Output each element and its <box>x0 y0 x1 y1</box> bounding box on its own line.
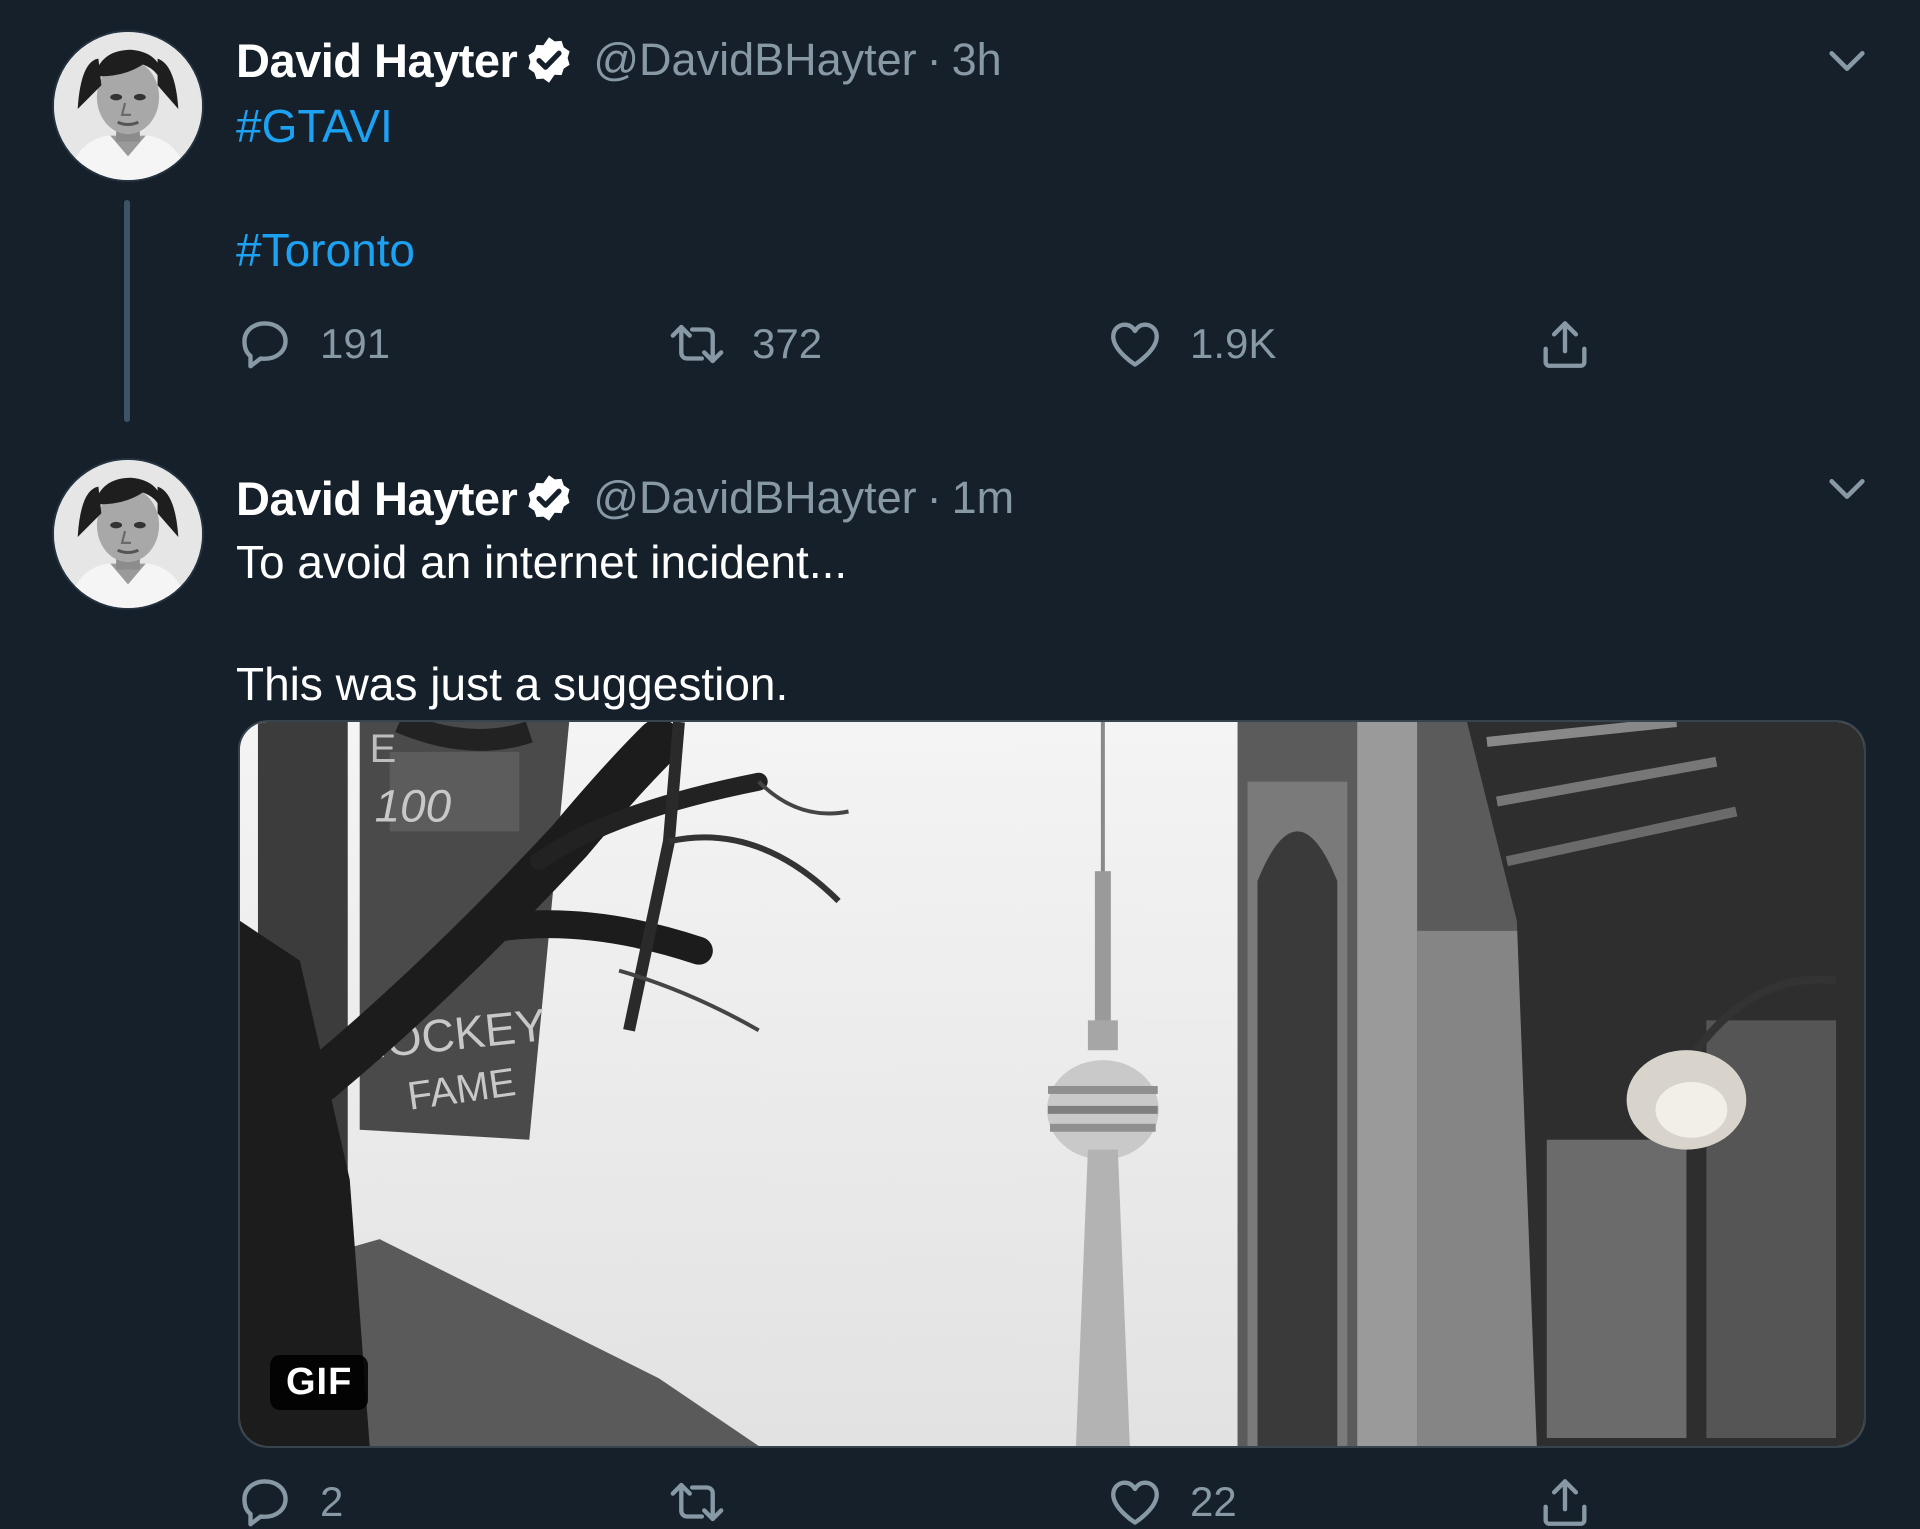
avatar[interactable] <box>52 458 204 610</box>
chevron-down-icon[interactable] <box>1824 38 1870 84</box>
share-button[interactable] <box>1536 1470 1594 1529</box>
user-handle[interactable]: @DavidBHayter <box>593 472 916 524</box>
share-button[interactable] <box>1536 312 1594 376</box>
share-icon <box>1536 315 1594 373</box>
tweet-text-line: This was just a suggestion. <box>236 658 789 710</box>
retweet-icon <box>668 1473 726 1529</box>
user-handle[interactable]: @DavidBHayter <box>593 34 916 86</box>
reply-button[interactable]: 2 <box>236 1470 343 1529</box>
separator-dot: · <box>926 34 942 85</box>
gif-media[interactable]: E 100 HOCKEY FAME GIF <box>238 720 1866 1448</box>
avatar-image <box>54 460 202 608</box>
reply-count: 191 <box>320 320 391 367</box>
retweet-button[interactable]: 372 <box>668 312 822 376</box>
tweet[interactable]: David Hayter @DavidBHayter · 1m To avoid… <box>0 430 1920 1529</box>
display-name[interactable]: David Hayter <box>236 471 518 526</box>
gif-badge: GIF <box>270 1355 369 1410</box>
heart-icon <box>1106 1473 1164 1529</box>
tweet-actions: 191 372 1.9K <box>236 312 1596 376</box>
banner-number: 100 <box>375 781 452 832</box>
reply-count: 2 <box>320 1478 344 1525</box>
like-count: 22 <box>1190 1478 1237 1525</box>
reply-icon <box>236 315 294 373</box>
retweet-count: 372 <box>752 320 823 367</box>
reply-button[interactable]: 191 <box>236 312 390 376</box>
gif-image-toronto-cn-tower: E 100 HOCKEY FAME <box>240 722 1864 1446</box>
tweet-actions: 2 22 <box>236 1470 1596 1529</box>
thread-connector-line <box>124 200 130 422</box>
share-icon <box>1536 1473 1594 1529</box>
banner-letter: E <box>370 727 397 771</box>
hashtag-link[interactable]: #GTAVI <box>236 98 393 154</box>
verified-badge-icon <box>523 34 575 86</box>
reply-icon <box>236 1473 294 1529</box>
chevron-down-icon[interactable] <box>1824 466 1870 512</box>
tweet-header: David Hayter @DavidBHayter · 3h <box>236 28 1002 92</box>
avatar-image <box>54 32 202 180</box>
display-name[interactable]: David Hayter <box>236 33 518 88</box>
like-button[interactable]: 22 <box>1106 1470 1237 1529</box>
tweet-text-line: To avoid an internet incident... <box>236 536 848 588</box>
verified-badge-icon <box>523 472 575 524</box>
tweet-header: David Hayter @DavidBHayter · 1m <box>236 466 1014 530</box>
like-count: 1.9K <box>1190 320 1277 367</box>
separator-dot: · <box>926 472 942 523</box>
avatar[interactable] <box>52 30 204 182</box>
timestamp[interactable]: 3h <box>952 34 1002 86</box>
like-button[interactable]: 1.9K <box>1106 312 1276 376</box>
timestamp[interactable]: 1m <box>952 472 1015 524</box>
heart-icon <box>1106 315 1164 373</box>
timeline: David Hayter @DavidBHayter · 3h #GTAVI #… <box>0 0 1920 1529</box>
retweet-icon <box>668 315 726 373</box>
retweet-button[interactable] <box>668 1470 752 1529</box>
tweet[interactable]: David Hayter @DavidBHayter · 3h #GTAVI #… <box>0 0 1920 430</box>
hashtag-link[interactable]: #Toronto <box>236 222 415 278</box>
